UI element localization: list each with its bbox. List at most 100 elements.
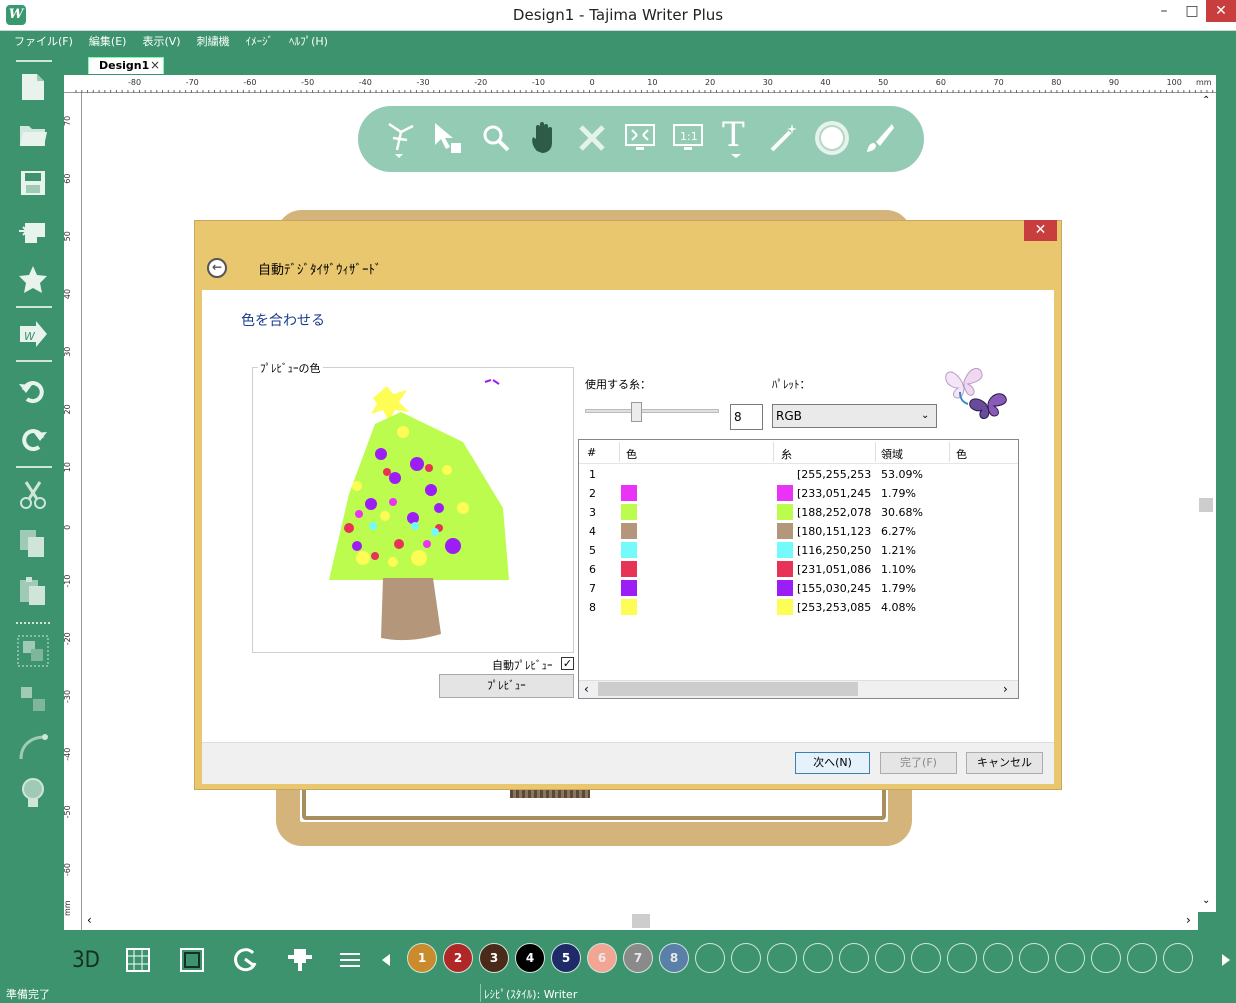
vertical-scrollbar[interactable]: ⌃ ⌄ [1198,93,1216,912]
thread-color-button[interactable]: 6 [587,943,617,973]
threads-label: 使用する糸： [585,378,651,391]
needle-icon[interactable] [284,944,316,976]
empty-color-slot[interactable] [695,943,725,973]
menu-view[interactable]: 表示(V) [134,31,188,53]
copy-icon[interactable] [16,526,50,560]
back-arrow-icon[interactable]: ← [207,258,227,278]
tab-close-icon[interactable]: × [150,57,160,74]
fit-to-screen-icon[interactable] [620,118,660,158]
send-to-machine-icon[interactable] [16,214,50,248]
chevron-down-icon[interactable]: ⌄ [921,410,929,421]
undo-icon[interactable] [16,374,50,408]
list-row[interactable]: 7 [155,030,245 1.79% [579,579,1018,598]
scroll-right-icon[interactable] [1216,944,1236,976]
stitch-preview [510,790,590,798]
column-number[interactable]: # [587,446,596,459]
ruler-label: 30 [64,347,72,357]
thread-color-button[interactable]: 5 [551,943,581,973]
empty-color-slot[interactable] [803,943,833,973]
thread-color-button[interactable]: 4 [515,943,545,973]
thread-color-button[interactable]: 2 [443,943,473,973]
paste-icon[interactable] [16,574,50,608]
empty-color-slot[interactable] [875,943,905,973]
stitch-sequence-icon[interactable] [230,944,262,976]
select-tool-icon[interactable] [428,118,468,158]
empty-color-slot[interactable] [911,943,941,973]
cancel-button[interactable]: キャンセル [966,752,1043,774]
column-area[interactable]: 領域 [881,446,903,462]
paintbrush-icon[interactable] [860,118,900,158]
list-row[interactable]: 2 [233,051,245 1.79% [579,484,1018,503]
list-row[interactable]: 8 [253,253,085 4.08% [579,598,1018,617]
column-color-2[interactable]: 色 [956,446,967,462]
ungroup-icon[interactable] [16,682,50,716]
window-close-button[interactable]: ✕ [1206,0,1236,22]
palette-select[interactable]: RGB [772,404,937,428]
empty-color-slot[interactable] [1055,943,1085,973]
finish-button[interactable]: 完了(F) [880,752,957,774]
empty-color-slot[interactable] [1019,943,1049,973]
save-icon[interactable] [16,166,50,200]
scroll-left-icon[interactable] [370,944,402,976]
digitize-tool-icon[interactable] [380,118,420,158]
menu-image[interactable]: ｲﾒｰｼﾞ [238,31,282,53]
thread-count-slider[interactable] [585,409,719,413]
menu-file[interactable]: ファイル(F) [6,31,81,53]
empty-color-slot[interactable] [731,943,761,973]
empty-color-slot[interactable] [767,943,797,973]
ruler-label: -20 [64,632,72,645]
next-button[interactable]: 次へ(N) [795,752,870,774]
thread-count-input[interactable]: 8 [730,404,763,430]
svg-text:T: T [722,118,745,155]
grid-icon[interactable] [122,944,154,976]
list-row[interactable]: 4 [180,151,123 6.27% [579,522,1018,541]
text-tool-icon[interactable]: T [716,118,756,158]
magic-wand-icon[interactable] [764,118,804,158]
cut-icon[interactable] [16,478,50,512]
new-file-icon[interactable] [16,70,50,104]
column-color[interactable]: 色 [626,446,637,462]
list-row[interactable]: 5 [116,250,250 1.21% [579,541,1018,560]
actual-size-icon[interactable]: 1:1 [668,118,708,158]
area-value: 1.79% [881,487,916,500]
list-row[interactable]: 6 [231,051,086 1.10% [579,560,1018,579]
menu-help[interactable]: ﾍﾙﾌﾟ(H) [281,31,336,53]
auto-preview-checkbox[interactable]: ✓ [561,657,574,670]
empty-color-slot[interactable] [947,943,977,973]
path-tool-icon[interactable] [16,730,50,764]
preview-button[interactable]: ﾌﾟﾚﾋﾞｭｰ [439,674,574,698]
zoom-icon[interactable] [476,118,516,158]
list-row[interactable]: 1 [255,255,253 53.09% [579,465,1018,484]
list-scrollbar-thumb[interactable] [598,682,858,696]
hoop-view-icon[interactable] [176,944,208,976]
star-icon[interactable] [16,262,50,296]
menu-edit[interactable]: 編集(E) [81,31,135,53]
delete-icon[interactable] [572,118,612,158]
empty-color-slot[interactable] [983,943,1013,973]
list-row[interactable]: 3 [188,252,078 30.68% [579,503,1018,522]
auto-digitize-icon[interactable] [812,118,852,158]
open-folder-icon[interactable] [16,118,50,152]
hand-pan-icon[interactable] [524,118,564,158]
maximize-icon[interactable]: □ [1180,0,1204,23]
thread-count-slider-thumb[interactable] [630,402,642,422]
thread-color-button[interactable]: 7 [623,943,653,973]
list-menu-icon[interactable] [334,944,366,976]
empty-color-slot[interactable] [1091,943,1121,973]
empty-color-slot[interactable] [1163,943,1193,973]
dialog-close-button[interactable]: ✕ [1024,220,1057,241]
horizontal-scrollbar[interactable]: ‹ › [82,912,1198,930]
thread-color-button[interactable]: 8 [659,943,689,973]
empty-color-slot[interactable] [1127,943,1157,973]
empty-color-slot[interactable] [839,943,869,973]
redo-icon[interactable] [16,422,50,456]
minimize-icon[interactable]: – [1152,0,1176,23]
column-thread[interactable]: 糸 [781,446,792,462]
thread-color-button[interactable]: 1 [407,943,437,973]
group-icon[interactable] [16,634,50,668]
3d-view-button[interactable]: 3D [70,944,102,976]
thread-color-button[interactable]: 3 [479,943,509,973]
menu-machine[interactable]: 刺繍機 [189,31,238,53]
lightbulb-icon[interactable] [16,776,50,810]
writer-export-icon[interactable]: W [16,318,50,352]
